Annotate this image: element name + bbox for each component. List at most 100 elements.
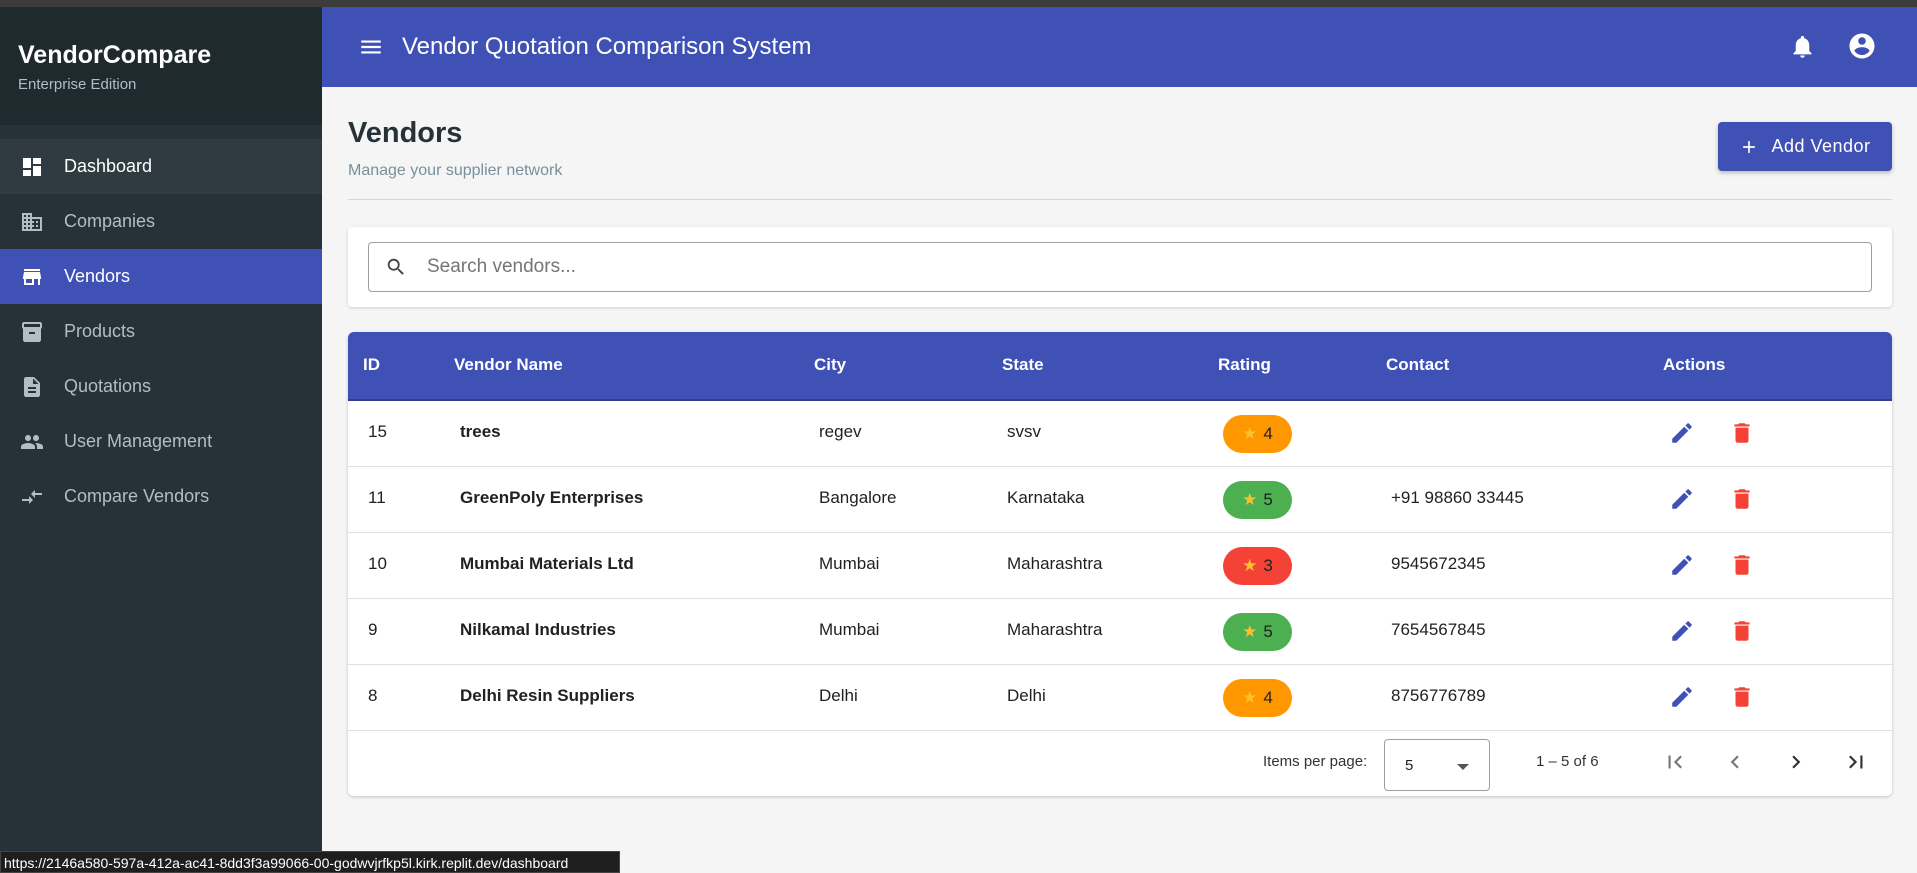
cell-id: 9 bbox=[368, 620, 378, 639]
header-city[interactable]: City bbox=[814, 355, 846, 375]
cell-actions bbox=[1668, 617, 1756, 645]
menu-icon[interactable] bbox=[358, 34, 384, 60]
page-range-label: 1 – 5 of 6 bbox=[1536, 753, 1599, 770]
rating-value: 4 bbox=[1263, 424, 1273, 443]
header-actions: Actions bbox=[1663, 355, 1726, 374]
page-size-value: 5 bbox=[1405, 757, 1414, 774]
previous-page-icon[interactable] bbox=[1721, 748, 1749, 776]
delete-icon[interactable] bbox=[1728, 485, 1756, 513]
search-card bbox=[348, 227, 1892, 307]
plus-icon bbox=[1743, 140, 1756, 153]
search-input[interactable] bbox=[425, 255, 1829, 279]
delete-icon[interactable] bbox=[1728, 683, 1756, 711]
delete-icon[interactable] bbox=[1728, 617, 1756, 645]
search-field[interactable] bbox=[368, 242, 1872, 292]
edit-icon[interactable] bbox=[1668, 617, 1696, 645]
notifications-bell-icon[interactable] bbox=[1787, 31, 1817, 61]
table-row: 11 GreenPoly Enterprises Bangalore Karna… bbox=[348, 467, 1892, 533]
star-icon: ★ bbox=[1242, 490, 1258, 509]
star-icon: ★ bbox=[1242, 424, 1258, 443]
header-divider bbox=[348, 199, 1892, 200]
app-title: Vendor Quotation Comparison System bbox=[402, 33, 812, 60]
cell-state: Maharashtra bbox=[1007, 554, 1103, 573]
add-vendor-button[interactable]: Add Vendor bbox=[1718, 122, 1892, 171]
sidebar-item-products[interactable]: Products bbox=[0, 304, 322, 359]
cell-contact: +91 98860 33445 bbox=[1391, 488, 1524, 507]
sidebar-item-label: Dashboard bbox=[64, 156, 153, 176]
header-state[interactable]: State bbox=[1002, 355, 1044, 375]
page-title: Vendors bbox=[348, 117, 463, 149]
edit-icon[interactable] bbox=[1668, 683, 1696, 711]
table-header: ID Vendor Name City State Rating Contact… bbox=[348, 332, 1892, 401]
dashboard-icon bbox=[20, 155, 44, 179]
next-page-icon[interactable] bbox=[1782, 748, 1810, 776]
store-icon bbox=[20, 265, 44, 289]
star-icon: ★ bbox=[1242, 556, 1258, 575]
brand-subtitle: Enterprise Edition bbox=[18, 76, 137, 93]
cell-state: svsv bbox=[1007, 422, 1041, 441]
table-row: 15 trees regev svsv ★ 4 bbox=[348, 401, 1892, 467]
cell-state: Karnataka bbox=[1007, 488, 1085, 507]
page-subtitle: Manage your supplier network bbox=[348, 162, 563, 179]
cell-actions bbox=[1668, 485, 1756, 513]
cell-id: 10 bbox=[368, 554, 387, 573]
cell-vendor-name: Mumbai Materials Ltd bbox=[460, 554, 634, 573]
delete-icon[interactable] bbox=[1728, 551, 1756, 579]
sidebar-item-user-management[interactable]: User Management bbox=[0, 414, 322, 469]
cell-id: 11 bbox=[368, 488, 386, 507]
cell-id: 8 bbox=[368, 686, 378, 705]
edit-icon[interactable] bbox=[1668, 419, 1696, 447]
rating-badge: ★ 4 bbox=[1223, 679, 1292, 717]
cell-city: regev bbox=[819, 422, 862, 441]
cell-actions bbox=[1668, 551, 1756, 579]
people-icon bbox=[20, 430, 44, 454]
sidebar-item-dashboard[interactable]: Dashboard bbox=[0, 139, 322, 194]
cell-rating: ★ 5 bbox=[1223, 613, 1292, 651]
sidebar-item-compare-vendors[interactable]: Compare Vendors bbox=[0, 469, 322, 524]
cell-actions bbox=[1668, 419, 1756, 447]
cell-contact: 9545672345 bbox=[1391, 554, 1486, 573]
top-app-bar: Vendor Quotation Comparison System bbox=[322, 7, 1917, 87]
sidebar-item-label: Compare Vendors bbox=[64, 486, 210, 506]
rating-value: 3 bbox=[1263, 556, 1273, 575]
dropdown-arrow-icon bbox=[1457, 764, 1469, 770]
header-rating[interactable]: Rating bbox=[1218, 355, 1271, 375]
edit-icon[interactable] bbox=[1668, 485, 1696, 513]
edit-icon[interactable] bbox=[1668, 551, 1696, 579]
cell-city: Delhi bbox=[819, 686, 858, 705]
table-row: 8 Delhi Resin Suppliers Delhi Delhi ★ 4 8… bbox=[348, 665, 1892, 731]
sidebar-item-label: User Management bbox=[64, 431, 213, 451]
cell-vendor-name: trees bbox=[460, 422, 501, 441]
sidebar-item-companies[interactable]: Companies bbox=[0, 194, 322, 249]
brand-title: VendorCompare bbox=[18, 41, 212, 69]
sidebar-item-vendors[interactable]: Vendors bbox=[0, 249, 322, 304]
cell-city: Bangalore bbox=[819, 488, 897, 507]
header-id[interactable]: ID bbox=[363, 355, 380, 375]
cell-vendor-name: GreenPoly Enterprises bbox=[460, 488, 644, 507]
items-per-page-label: Items per page: bbox=[1263, 753, 1368, 770]
last-page-icon[interactable] bbox=[1842, 748, 1870, 776]
cell-rating: ★ 4 bbox=[1223, 415, 1292, 453]
rating-badge: ★ 3 bbox=[1223, 547, 1292, 585]
page-size-select[interactable]: 5 bbox=[1384, 739, 1490, 791]
sidebar-item-quotations[interactable]: Quotations bbox=[0, 359, 322, 414]
sidebar-item-label: Products bbox=[64, 321, 136, 341]
account-circle-icon[interactable] bbox=[1847, 31, 1877, 61]
link-status-bar: https://2146a580-597a-412a-ac41-8dd3f3a9… bbox=[0, 851, 620, 873]
header-vendor-name[interactable]: Vendor Name bbox=[454, 355, 563, 375]
cell-rating: ★ 4 bbox=[1223, 679, 1292, 717]
paginator: Items per page: 5 1 – 5 of 6 bbox=[348, 728, 1892, 796]
header-contact[interactable]: Contact bbox=[1386, 355, 1449, 375]
rating-badge: ★ 5 bbox=[1223, 481, 1292, 519]
cell-city: Mumbai bbox=[819, 620, 880, 639]
sidebar-item-label: Quotations bbox=[64, 376, 152, 396]
business-icon bbox=[20, 210, 44, 234]
topbar-actions bbox=[1787, 31, 1877, 61]
cell-vendor-name: Nilkamal Industries bbox=[460, 620, 616, 639]
first-page-icon[interactable] bbox=[1661, 748, 1689, 776]
document-icon bbox=[20, 375, 44, 399]
cell-contact: 7654567845 bbox=[1391, 620, 1486, 639]
sidebar-nav: Dashboard Companies Vendors Products Quo… bbox=[0, 139, 322, 524]
sidebar-item-label: Companies bbox=[64, 211, 156, 231]
delete-icon[interactable] bbox=[1728, 419, 1756, 447]
